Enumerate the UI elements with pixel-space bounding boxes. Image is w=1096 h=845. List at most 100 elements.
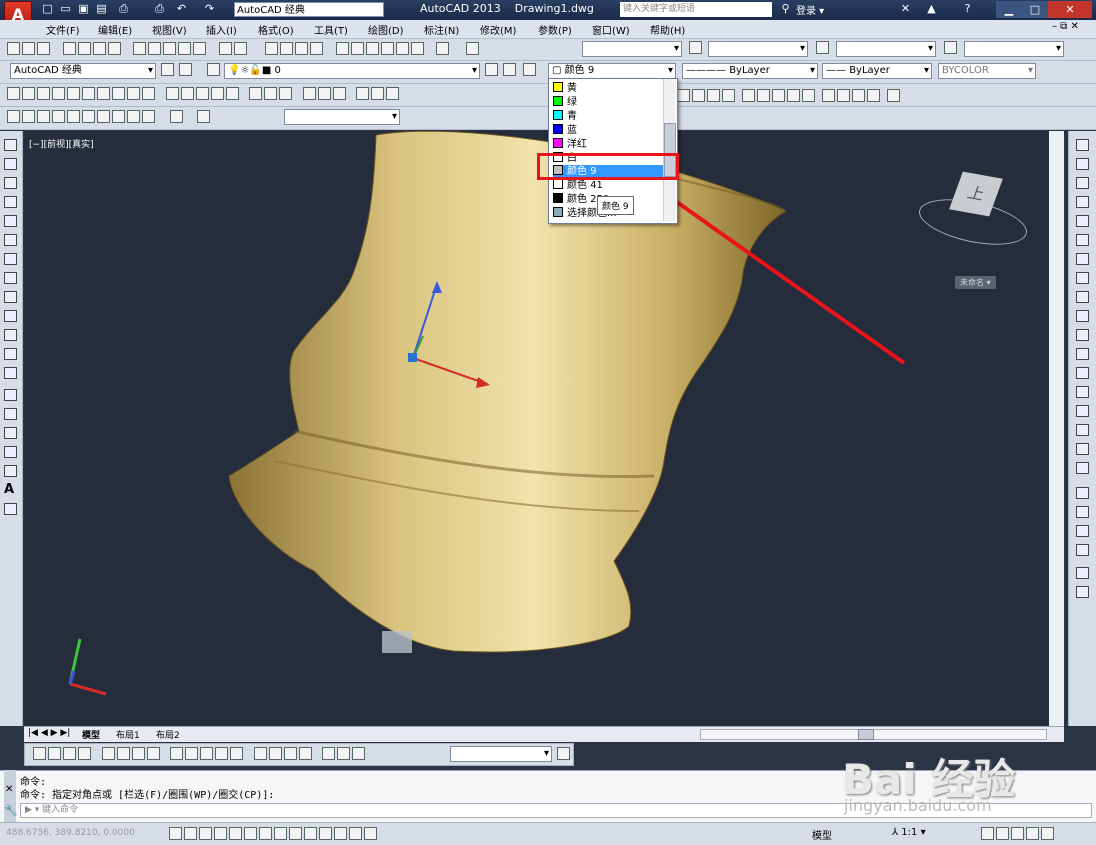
menu-format[interactable]: 格式(O) xyxy=(258,22,294,37)
cylinder-icon[interactable] xyxy=(82,87,95,100)
revision-cloud-icon[interactable] xyxy=(4,272,17,284)
intersect-icon[interactable] xyxy=(279,87,292,100)
selection-cycling-icon[interactable] xyxy=(364,827,377,840)
visual-style-3-icon[interactable] xyxy=(386,87,399,100)
cut-icon[interactable] xyxy=(133,42,146,55)
copy-icon[interactable] xyxy=(148,42,161,55)
3d-move-icon[interactable] xyxy=(302,87,316,100)
dim-text-edit-icon[interactable] xyxy=(337,747,350,760)
save-icon[interactable]: ▣ xyxy=(76,2,91,16)
menu-edit[interactable]: 编辑(E) xyxy=(98,22,132,37)
exchange-icon[interactable]: ✕ xyxy=(898,2,913,16)
wedge-icon[interactable] xyxy=(37,87,50,100)
view-front-icon[interactable] xyxy=(67,110,80,123)
workspace-gear-icon[interactable] xyxy=(981,827,994,840)
search-input[interactable]: 键入关键字或短语 xyxy=(620,2,772,17)
saveas-icon[interactable]: ▤ xyxy=(94,2,109,16)
workspace-save-icon[interactable] xyxy=(179,63,192,76)
extend-icon[interactable] xyxy=(1076,329,1089,341)
visual-style-1-icon[interactable] xyxy=(356,87,369,100)
model-space-toggle[interactable]: 模型 xyxy=(812,827,832,842)
menu-file[interactable]: 文件(F) xyxy=(46,22,80,37)
properties-icon[interactable] xyxy=(335,42,349,55)
continue-icon[interactable] xyxy=(200,747,213,760)
ellipse-arc-icon[interactable] xyxy=(4,329,17,341)
dim-style-icon[interactable] xyxy=(689,41,702,54)
color-option-blue[interactable]: 蓝 xyxy=(553,124,663,137)
menu-help[interactable]: 帮助(H) xyxy=(650,22,685,37)
markup-icon[interactable] xyxy=(395,42,409,55)
join-icon[interactable] xyxy=(1076,386,1089,398)
zoom-previous-icon[interactable] xyxy=(310,42,323,55)
drawing-viewport[interactable] xyxy=(24,131,1064,726)
zoom-realtime-icon[interactable] xyxy=(280,42,293,55)
undo-tool-icon[interactable] xyxy=(218,42,232,55)
new-file-icon[interactable] xyxy=(7,42,20,55)
dim-space-icon[interactable] xyxy=(215,747,228,760)
clean-screen-icon[interactable] xyxy=(1041,827,1054,840)
transparency-icon[interactable] xyxy=(334,827,347,840)
autodesk360-icon[interactable]: ▲ xyxy=(924,2,939,16)
quick-props-icon[interactable] xyxy=(349,827,362,840)
polygon-icon[interactable] xyxy=(4,196,17,208)
workspace-combo[interactable]: AutoCAD 经典 xyxy=(10,63,156,79)
break-point-icon[interactable] xyxy=(1076,348,1089,360)
help-tool-icon[interactable] xyxy=(436,42,449,55)
presspull-icon[interactable] xyxy=(180,87,194,100)
osnap-icon[interactable] xyxy=(244,827,257,840)
tab-nav-buttons[interactable]: |◀ ◀ ▶ ▶| xyxy=(28,728,70,738)
tool-palettes-icon[interactable] xyxy=(365,42,379,55)
quickcalc-icon[interactable] xyxy=(410,42,424,55)
plot-icon[interactable]: ⎙ xyxy=(116,2,131,16)
layer-properties-icon[interactable] xyxy=(207,63,220,76)
cone-icon[interactable] xyxy=(52,87,65,100)
point-icon[interactable] xyxy=(4,389,17,401)
blend-icon[interactable] xyxy=(1076,443,1089,455)
make-block-icon[interactable] xyxy=(4,367,17,379)
render-1-icon[interactable] xyxy=(822,89,835,102)
lineweight-combo[interactable]: —— ByLayer xyxy=(822,63,932,79)
diameter-icon[interactable] xyxy=(131,747,145,760)
ucs-combo[interactable] xyxy=(284,109,400,125)
linear-dim-icon[interactable] xyxy=(33,747,46,760)
multileader-style-icon[interactable] xyxy=(944,41,957,54)
explode-icon[interactable] xyxy=(1076,462,1089,474)
make-current-icon[interactable] xyxy=(485,63,498,76)
view-right-icon[interactable] xyxy=(52,110,65,123)
otrack-icon[interactable] xyxy=(274,827,287,840)
render-2-icon[interactable] xyxy=(837,89,850,102)
pyramid-icon[interactable] xyxy=(112,87,125,100)
ordinate-icon[interactable] xyxy=(78,747,91,760)
solid-edit-2-icon[interactable] xyxy=(692,89,705,102)
solid-edit-7-icon[interactable] xyxy=(772,89,785,102)
angular-icon[interactable] xyxy=(146,747,160,760)
line-icon[interactable] xyxy=(4,139,17,151)
view-left-icon[interactable] xyxy=(37,110,50,123)
sweep-icon[interactable] xyxy=(195,87,209,100)
add-selected-icon[interactable] xyxy=(4,503,17,515)
planar-surface-icon[interactable] xyxy=(142,87,155,100)
gradient-icon[interactable] xyxy=(4,427,17,439)
polyline-icon[interactable] xyxy=(4,177,17,189)
hatch-icon[interactable] xyxy=(4,408,17,420)
lineweight-icon[interactable] xyxy=(319,827,332,840)
render-3-icon[interactable] xyxy=(852,89,865,102)
radius-icon[interactable] xyxy=(101,747,115,760)
solid-edit-4-icon[interactable] xyxy=(722,89,735,102)
view-sw-icon[interactable] xyxy=(97,110,110,123)
dim-break-icon[interactable] xyxy=(230,747,243,760)
ucs-icon[interactable] xyxy=(197,110,210,123)
login-link[interactable]: 登录 ▾ xyxy=(796,2,824,17)
redo-tool-icon[interactable] xyxy=(233,42,247,55)
annotation-scale[interactable]: ⅄ 1:1 ▾ xyxy=(892,827,926,838)
doc-window-controls[interactable]: – ⧉ ✕ xyxy=(1052,21,1079,32)
view-back-icon[interactable] xyxy=(82,110,95,123)
table-icon[interactable] xyxy=(4,465,17,477)
multiline-text-icon[interactable]: A xyxy=(4,483,17,496)
redo-icon[interactable]: ↷ xyxy=(202,2,217,16)
mirror-icon[interactable] xyxy=(1076,177,1089,189)
solid-edit-1-icon[interactable] xyxy=(677,89,690,102)
color-option-cyan[interactable]: 青 xyxy=(553,110,663,123)
minimize-button[interactable]: ▁ xyxy=(996,1,1022,18)
torus-icon[interactable] xyxy=(97,87,110,100)
